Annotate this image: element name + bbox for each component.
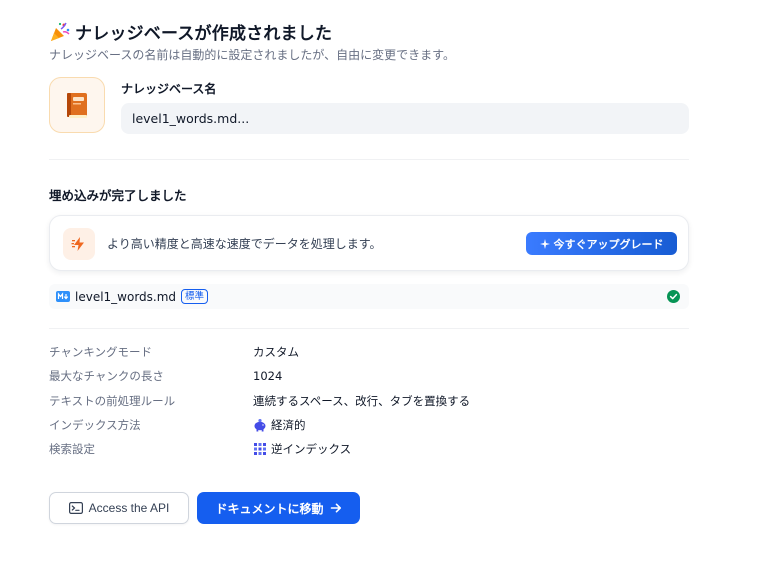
check-circle-icon xyxy=(667,290,680,303)
markdown-icon xyxy=(56,291,70,302)
standard-badge: 標準 xyxy=(181,289,209,304)
setting-label: 検索設定 xyxy=(49,442,95,456)
book-icon xyxy=(67,93,87,118)
knowledge-base-icon-picker[interactable] xyxy=(49,77,105,133)
setting-row-max-chunk-length: 最大なチャンクの長さ 1024 xyxy=(49,367,689,385)
setting-value: 1024 xyxy=(253,369,282,383)
sparkle-icon xyxy=(539,238,550,249)
piggy-bank-icon xyxy=(254,419,266,432)
setting-label: 最大なチャンクの長さ xyxy=(49,369,164,383)
setting-value-text: 1024 xyxy=(253,369,283,383)
knowledge-base-name-input[interactable]: level1_words.md... xyxy=(121,103,689,134)
setting-value-text: 逆インデックス xyxy=(271,442,352,456)
upgrade-description: より高い精度と高速な速度でデータを処理します。 xyxy=(107,237,382,251)
file-list-item[interactable]: level1_words.md 標準 xyxy=(49,284,689,309)
zap-icon xyxy=(71,237,84,251)
access-api-button[interactable]: Access the API xyxy=(49,492,189,524)
file-name: level1_words.md xyxy=(75,289,177,304)
setting-value: 逆インデックス xyxy=(253,441,351,457)
terminal-icon xyxy=(68,502,83,514)
setting-value: 経済的 xyxy=(253,417,306,433)
page-header: ナレッジベースが作成されました xyxy=(49,19,332,44)
embedding-complete-title: 埋め込みが完了しました xyxy=(49,188,187,203)
setting-row-search-settings: 検索設定 逆インデックス xyxy=(49,440,689,458)
arrow-right-icon xyxy=(330,503,341,513)
go-to-document-label: ドキュメントに移動 xyxy=(215,501,324,516)
go-to-document-button[interactable]: ドキュメントに移動 xyxy=(197,492,360,524)
section-divider xyxy=(49,328,689,329)
setting-value: 連続するスペース、改行、タブを置換する xyxy=(253,393,470,409)
setting-row-index-method: インデックス方法 経済的 xyxy=(49,416,689,434)
setting-row-chunking-mode: チャンキングモード カスタム xyxy=(49,343,689,361)
section-divider xyxy=(49,159,689,160)
upgrade-card: より高い精度と高速な速度でデータを処理します。 今すぐアップグレード xyxy=(49,215,689,271)
setting-label: テキストの前処理ルール xyxy=(49,394,176,408)
knowledge-base-name-label: ナレッジベース名 xyxy=(121,82,217,96)
upgrade-now-button[interactable]: 今すぐアップグレード xyxy=(526,232,677,255)
grid-icon xyxy=(254,443,266,455)
party-popper-icon xyxy=(51,22,70,41)
upgrade-now-label: 今すぐアップグレード xyxy=(553,238,664,251)
setting-row-preprocessing-rules: テキストの前処理ルール 連続するスペース、改行、タブを置換する xyxy=(49,392,689,410)
zap-icon-box xyxy=(63,228,95,260)
page-title: ナレッジベースが作成されました xyxy=(75,24,333,44)
page-subtitle: ナレッジベースの名前は自動的に設定されましたが、自由に変更できます。 xyxy=(49,48,455,62)
setting-value-text: カスタム xyxy=(253,345,299,359)
setting-value-text: 連続するスペース、改行、タブを置換する xyxy=(253,394,471,408)
setting-label: インデックス方法 xyxy=(49,418,141,432)
access-api-label: Access the API xyxy=(88,501,170,515)
setting-value-text: 経済的 xyxy=(271,418,306,432)
setting-label: チャンキングモード xyxy=(49,345,153,359)
setting-value: カスタム xyxy=(253,344,299,360)
